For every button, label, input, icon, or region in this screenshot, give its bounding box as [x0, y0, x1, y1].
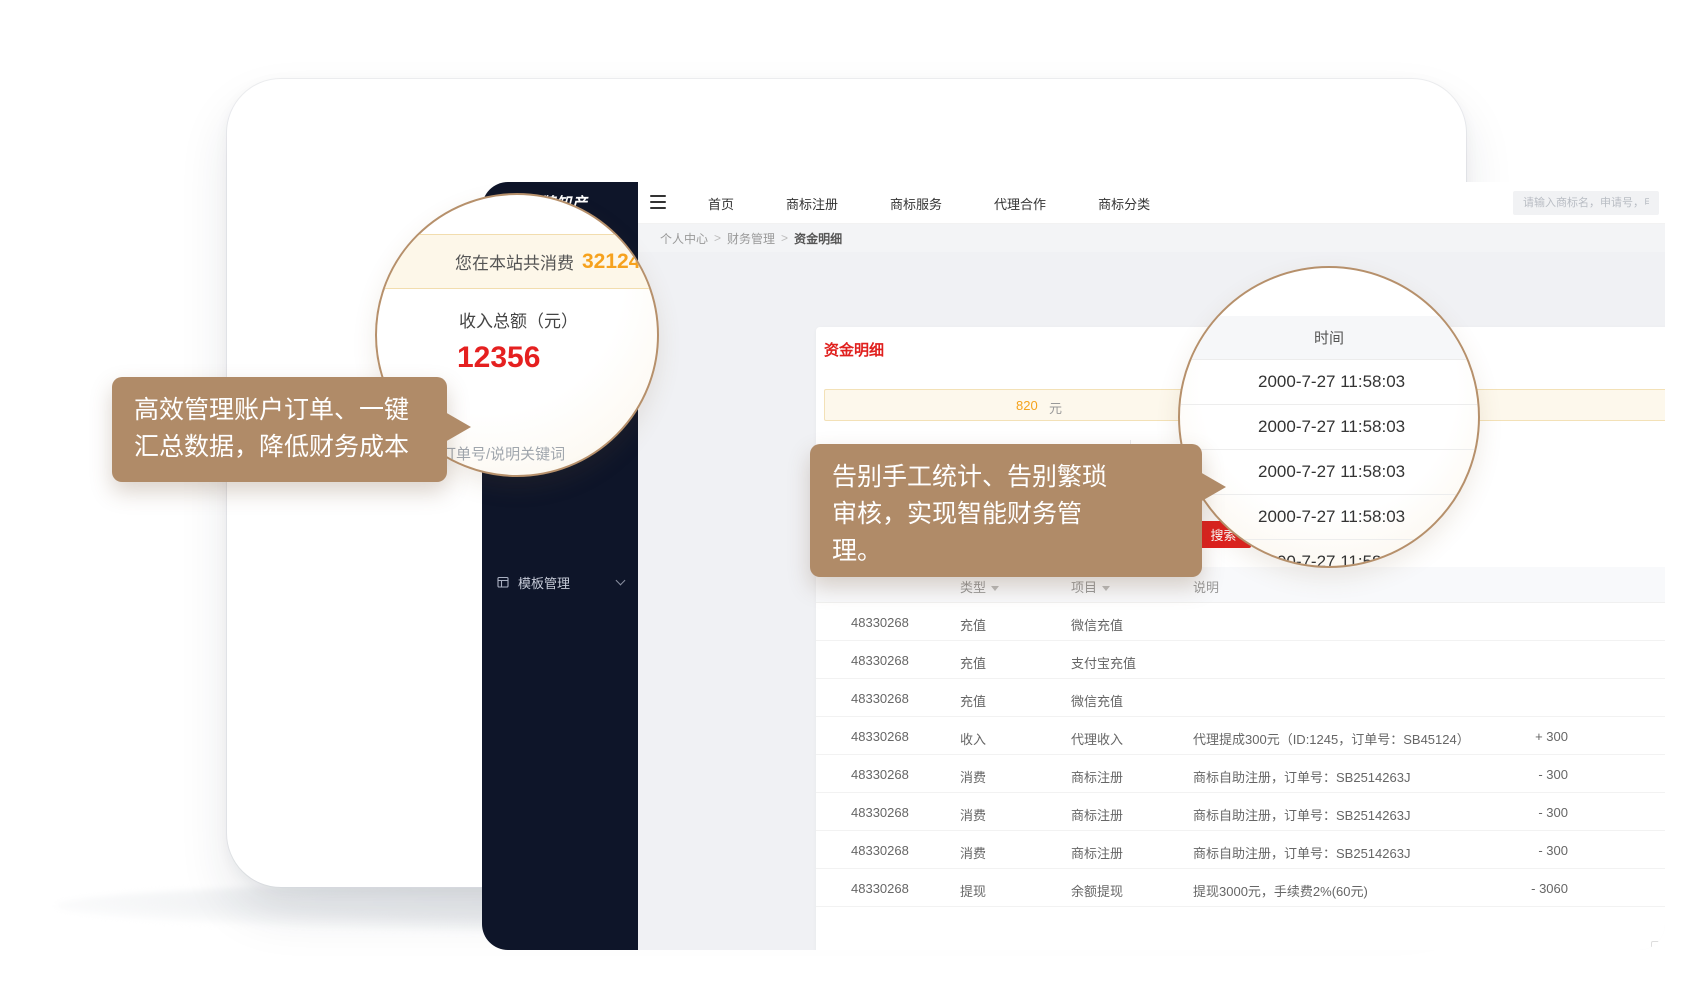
cell-order-number: 48330268: [851, 843, 909, 858]
cell-project: 商标注册: [1071, 843, 1123, 862]
cell-type: 消费: [960, 767, 986, 786]
cell-project: 支付宝充值: [1071, 653, 1136, 672]
top-nav-item[interactable]: 商标服务: [864, 194, 968, 213]
breadcrumb-current: 资金明细: [794, 230, 842, 247]
table-row: 48330268 提现 余额提现 提现3000元，手续费2%(60元) - 30…: [816, 869, 1665, 907]
pagination-prev[interactable]: <: [1651, 941, 1665, 950]
time-row: 2000-7-27 11:58:03: [1180, 360, 1478, 405]
top-nav-item[interactable]: 商标分类: [1072, 194, 1176, 213]
banner-amount-tail: 820: [1016, 398, 1038, 413]
pagination: < 1 2 3 4 5: [1651, 941, 1665, 950]
stat-income-value: 12356: [457, 341, 540, 375]
table-row: 48330268 消费 商标注册 商标自助注册，订单号：SB2514263J -…: [816, 831, 1665, 869]
cell-type: 消费: [960, 843, 986, 862]
chevron-down-icon: [616, 576, 626, 586]
cell-balance: ¥12231: [1661, 729, 1665, 744]
time-value: 2000-7-27 11:58:03: [1258, 417, 1405, 437]
cell-description: 商标自助注册，订单号：SB2514263J: [1193, 805, 1410, 824]
cell-amount: + 300: [1476, 729, 1568, 744]
cell-description: 商标自助注册，订单号：SB2514263J: [1193, 767, 1410, 786]
sort-caret-icon: [1102, 586, 1110, 591]
banner-amount: 32124: [582, 250, 640, 274]
table-row: 48330268 充值 微信充值 2000-7-27 11:58:03: [816, 603, 1665, 641]
hamburger-menu-icon[interactable]: [650, 195, 666, 209]
sidebar-item-template[interactable]: 模板管理: [482, 566, 638, 598]
callout-arrow-right-icon: [445, 412, 471, 442]
table-header-time: 时间: [1180, 316, 1478, 360]
table-row: 48330268 充值 微信充值 2000-7-27 11:58:03: [816, 679, 1665, 717]
cell-project: 微信充值: [1071, 615, 1123, 634]
time-value: 2000-7-27 11:58:03: [1258, 372, 1405, 392]
magnifier-circle-right: 时间 2000-7-27 11:58:03 2000-7-27 11:58:03…: [1178, 266, 1480, 568]
time-row: 2000-7-27 11:58:03: [1180, 405, 1478, 450]
breadcrumb-separator: >: [714, 231, 721, 245]
template-icon: [496, 575, 510, 589]
cell-order-number: 48330268: [851, 881, 909, 896]
callout-arrow-right-icon: [1200, 472, 1226, 502]
cell-description: 商标自助注册，订单号：SB2514263J: [1193, 843, 1410, 862]
breadcrumb-part[interactable]: 个人中心: [660, 230, 708, 247]
cell-type: 收入: [960, 729, 986, 748]
breadcrumb: 个人中心 > 财务管理 > 资金明细: [638, 224, 1665, 252]
cell-amount: - 3060: [1476, 881, 1568, 896]
breadcrumb-separator: >: [781, 231, 788, 245]
stat-income-label: 收入总额（元）: [459, 307, 578, 332]
cell-description: 代理提成300元（ID:1245，订单号：SB45124）: [1193, 729, 1470, 748]
sort-caret-icon: [991, 586, 999, 591]
time-row: 2000-7-27 11:58:03: [1180, 540, 1478, 568]
cell-description: 提现3000元，手续费2%(60元): [1193, 881, 1368, 900]
cell-amount: - 300: [1476, 767, 1568, 782]
search-input[interactable]: [1513, 191, 1659, 215]
top-nav-item[interactable]: 商标注册: [760, 194, 864, 213]
callout-left-text: 高效管理账户订单、一键 汇总数据，降低财务成本: [112, 377, 447, 481]
table-row: 48330268 充值 支付宝充值 2000-7-27 11:58:03: [816, 641, 1665, 679]
cell-type: 充值: [960, 653, 986, 672]
cell-order-number: 48330268: [851, 767, 909, 782]
banner-prefix: 您在本站共消费: [455, 249, 574, 274]
callout-left: 高效管理账户订单、一键 汇总数据，降低财务成本: [112, 377, 447, 482]
cell-balance: ¥12231: [1661, 805, 1665, 820]
table-row: 48330268 消费 商标注册 商标自助注册，订单号：SB2514263J -…: [816, 755, 1665, 793]
cell-amount: - 300: [1476, 843, 1568, 858]
main-area: 资金明细 820 元 （元） 可用余额（元） 376 搜索 导出 类型: [638, 252, 1665, 950]
breadcrumb-part[interactable]: 财务管理: [727, 230, 775, 247]
top-nav-item[interactable]: 首页: [682, 194, 760, 213]
time-value: 2000-7-27 11:58:03: [1258, 507, 1405, 527]
cell-order-number: 48330268: [851, 805, 909, 820]
magnified-banner: 您在本站共消费 32124 元: [375, 234, 659, 289]
cell-balance: ¥12231: [1661, 767, 1665, 782]
cell-order-number: 48330268: [851, 691, 909, 706]
banner-unit: 元: [1049, 398, 1062, 417]
top-nav-item[interactable]: 代理合作: [968, 194, 1072, 213]
cell-balance: ¥12231: [1661, 843, 1665, 858]
cell-type: 充值: [960, 615, 986, 634]
callout-right-text: 告别手工统计、告别繁琐 审核，实现智能财务管 理。: [810, 444, 1202, 585]
time-value: 2000-7-27 11:58:03: [1258, 462, 1405, 482]
cell-order-number: 48330268: [851, 653, 909, 668]
cell-project: 代理收入: [1071, 729, 1123, 748]
cell-project: 商标注册: [1071, 767, 1123, 786]
callout-right: 告别手工统计、告别繁琐 审核，实现智能财务管 理。: [810, 444, 1202, 577]
table-row: 48330268 收入 代理收入 代理提成300元（ID:1245，订单号：SB…: [816, 717, 1665, 755]
cell-balance: ¥12231: [1661, 881, 1665, 896]
cell-project: 商标注册: [1071, 805, 1123, 824]
table-header-order: 订单号/说明关键词: [441, 443, 565, 464]
cell-order-number: 48330268: [851, 615, 909, 630]
cell-order-number: 48330268: [851, 729, 909, 744]
cell-type: 消费: [960, 805, 986, 824]
table-body: 48330268 充值 微信充值 2000-7-27 11:58:03 4833…: [816, 603, 1665, 907]
topbar: 首页 商标注册 商标服务 代理合作 商标分类: [638, 182, 1665, 224]
table-row: 48330268 消费 商标注册 商标自助注册，订单号：SB2514263J -…: [816, 793, 1665, 831]
cell-project: 余额提现: [1071, 881, 1123, 900]
page: 头牌知产 账户管理 财务管理: [0, 0, 1696, 1002]
time-value: 2000-7-27 11:58:03: [1258, 552, 1405, 568]
top-navigation: 首页 商标注册 商标服务 代理合作 商标分类: [682, 182, 1176, 224]
magnified-time-rows: 2000-7-27 11:58:03 2000-7-27 11:58:03 20…: [1180, 360, 1478, 568]
sidebar-item-label: 模板管理: [518, 573, 570, 592]
cell-amount: - 300: [1476, 805, 1568, 820]
page-title: 资金明细: [824, 339, 884, 360]
cell-type: 提现: [960, 881, 986, 900]
cell-project: 微信充值: [1071, 691, 1123, 710]
cell-type: 充值: [960, 691, 986, 710]
